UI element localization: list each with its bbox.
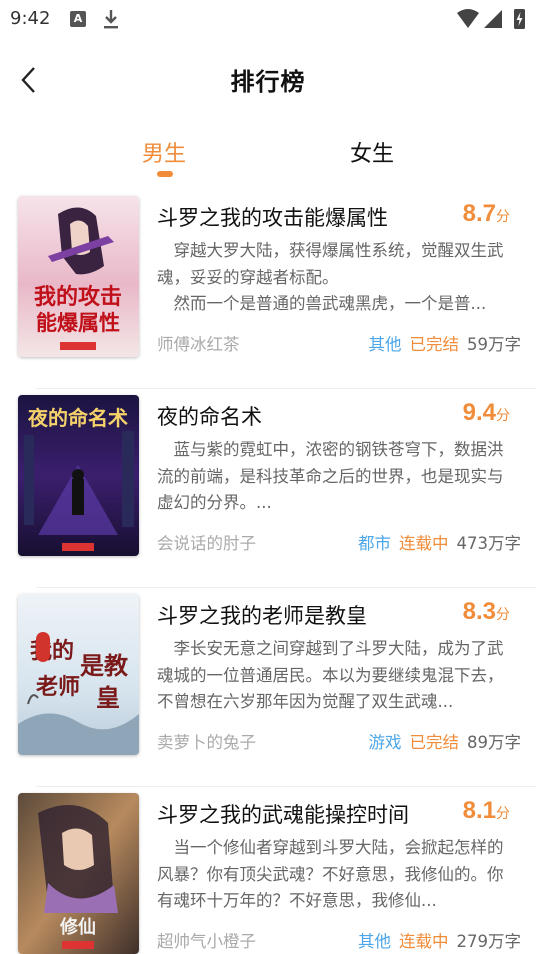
book-word-count: 473万字: [456, 534, 522, 553]
cover-title: 修仙: [59, 916, 96, 938]
wifi-icon: [457, 9, 479, 28]
book-word-count: 89万字: [467, 733, 521, 752]
book-item[interactable]: 夜的命名术 夜的命名术 9.4分 蓝与紫的霓虹中，浓密的钢铁苍穹下，数据洪流的前…: [0, 389, 536, 588]
book-status: 连载中: [399, 932, 449, 951]
status-time: 9:42: [10, 8, 51, 29]
book-title[interactable]: 夜的命名术: [157, 401, 262, 431]
book-status: 已完结: [409, 335, 460, 354]
book-genre: 都市: [358, 534, 391, 553]
book-meta: 会说话的肘子 都市 连载中 473万字: [157, 530, 522, 553]
book-status: 连载中: [399, 534, 449, 553]
svg-text:能爆属性: 能爆属性: [36, 311, 120, 335]
score-value: 8.1: [462, 797, 496, 824]
score-unit: 分: [496, 408, 510, 424]
system-icons: [457, 9, 525, 29]
book-meta: 卖萝卜的兔子 游戏 已完结 89万字: [157, 729, 521, 752]
page-title: 排行榜: [230, 68, 306, 96]
status-bar: 9:42 A: [0, 0, 536, 38]
signal-icon: [484, 10, 502, 28]
svg-text:老师: 老师: [35, 674, 80, 700]
book-title[interactable]: 斗罗之我的攻击能爆属性: [157, 202, 388, 232]
cover-title: 夜的命名术: [27, 406, 128, 430]
desc-paragraph: 李长安无意之间穿越到了斗罗大陆，成为了武魂城的一位普通居民。本以为要继续鬼混下去…: [157, 639, 504, 711]
book-item[interactable]: 修仙 斗罗之我的武魂能操控时间 8.1分 当一个修仙者穿越到斗罗大陆，会掀起怎样…: [0, 787, 536, 954]
book-word-count: 279万字: [456, 932, 522, 951]
book-meta: 师傅冰红茶 其他 已完结 59万字: [157, 331, 521, 354]
book-description: 穿越大罗大陆，获得爆属性系统，觉醒双生武魂，妥妥的穿越者标配。 然而一个是普通的…: [157, 238, 519, 318]
book-meta: 超帅气小橙子 其他 连载中 279万字: [157, 928, 522, 951]
tab-male[interactable]: 男生: [142, 136, 186, 168]
book-list: 我的攻击 能爆属性 斗罗之我的攻击能爆属性 8.7分 穿越大罗大陆，获得爆属性系…: [0, 190, 536, 954]
desc-paragraph: 穿越大罗大陆，获得爆属性系统，觉醒双生武魂，妥妥的穿越者标配。: [157, 241, 504, 287]
book-cover[interactable]: 修仙: [18, 793, 139, 954]
desc-paragraph: 当一个修仙者穿越到斗罗大陆，会掀起怎样的风暴？你有顶尖武魂？不好意思，我修仙的。…: [157, 838, 504, 910]
score-value: 9.4: [462, 399, 496, 426]
book-description: 李长安无意之间穿越到了斗罗大陆，成为了武魂城的一位普通居民。本以为要继续鬼混下去…: [157, 636, 519, 716]
book-score: 8.3分: [463, 598, 510, 626]
book-genre: 游戏: [368, 733, 402, 752]
cover-title: 我的攻击: [34, 284, 122, 310]
tab-indicator: [157, 171, 173, 177]
a-notification-icon: A: [70, 11, 86, 27]
score-unit: 分: [496, 806, 510, 822]
svg-text:是教: 是教: [80, 651, 129, 680]
tab-female[interactable]: 女生: [350, 136, 394, 168]
book-title[interactable]: 斗罗之我的武魂能操控时间: [157, 799, 409, 829]
score-value: 8.3: [462, 598, 496, 625]
score-unit: 分: [496, 607, 510, 623]
desc-paragraph: 然而一个是普通的兽武魂黑虎，一个是普...: [173, 294, 487, 313]
book-cover[interactable]: 我的攻击 能爆属性: [18, 196, 139, 357]
book-description: 蓝与紫的霓虹中，浓密的钢铁苍穹下，数据洪流的前端，是科技革命之后的世界，也是现实…: [157, 437, 519, 517]
book-score: 9.4分: [463, 399, 510, 427]
book-author: 卖萝卜的兔子: [157, 733, 256, 752]
book-author: 师傅冰红茶: [157, 335, 240, 354]
book-description: 当一个修仙者穿越到斗罗大陆，会掀起怎样的风暴？你有顶尖武魂？不好意思，我修仙的。…: [157, 835, 519, 915]
book-genre: 其他: [358, 932, 391, 951]
desc-paragraph: 蓝与紫的霓虹中，浓密的钢铁苍穹下，数据洪流的前端，是科技革命之后的世界，也是现实…: [157, 440, 504, 512]
download-icon: [104, 10, 118, 29]
book-item[interactable]: 我的 老师 是教 皇 斗罗之我的老师是教皇 8.3分 李长安无意之间穿越到了斗罗…: [0, 588, 536, 787]
svg-text:皇: 皇: [96, 683, 120, 712]
book-cover[interactable]: 我的 老师 是教 皇: [18, 594, 139, 755]
score-unit: 分: [496, 209, 510, 225]
book-score: 8.1分: [463, 797, 510, 825]
book-item[interactable]: 我的攻击 能爆属性 斗罗之我的攻击能爆属性 8.7分 穿越大罗大陆，获得爆属性系…: [0, 190, 536, 389]
book-author: 会说话的肘子: [157, 534, 256, 553]
book-status: 已完结: [409, 733, 460, 752]
book-score: 8.7分: [463, 200, 510, 228]
book-word-count: 59万字: [467, 335, 521, 354]
score-value: 8.7: [462, 200, 496, 227]
book-author: 超帅气小橙子: [157, 932, 256, 951]
book-title[interactable]: 斗罗之我的老师是教皇: [157, 600, 367, 630]
book-genre: 其他: [368, 335, 402, 354]
book-cover[interactable]: 夜的命名术: [18, 395, 139, 556]
